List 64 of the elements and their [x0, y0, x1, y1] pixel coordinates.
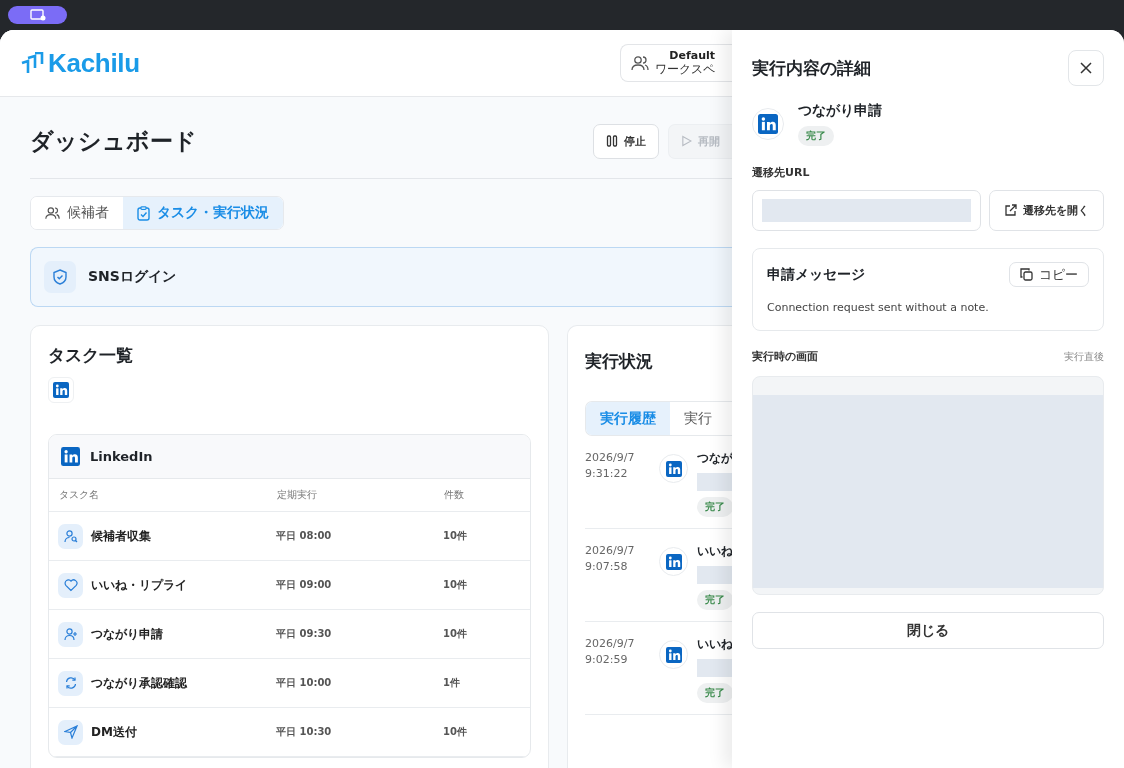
group-title: LinkedIn — [90, 449, 153, 464]
url-field[interactable] — [752, 190, 981, 231]
workspace-button[interactable]: Default ワークスペ — [620, 44, 732, 82]
task-name: 候補者収集 — [91, 527, 151, 545]
task-name: つながり承認確認 — [91, 674, 187, 692]
copy-button[interactable]: コピー — [1009, 262, 1089, 287]
task-name: DM送付 — [91, 723, 137, 741]
count-cell-text: 10件 — [443, 578, 468, 592]
pause-icon — [606, 135, 618, 147]
message-title: 申請メッセージ — [767, 265, 865, 284]
schedule-cell-text: 平日 09:00 — [276, 578, 333, 592]
send-icon — [58, 719, 83, 745]
logo-icon — [20, 52, 44, 74]
task-name: つながり申請 — [91, 625, 163, 643]
count-cell-text: 1件 — [443, 676, 461, 690]
status-badge: 完了 — [697, 497, 732, 517]
status-badge: 完了 — [697, 590, 732, 610]
people-icon — [45, 206, 60, 220]
tab-pill[interactable] — [8, 6, 67, 24]
status-badge: 完了 — [697, 683, 732, 703]
external-link-icon — [1004, 204, 1017, 217]
sns-login-banner[interactable]: SNSログイン — [30, 247, 732, 307]
people-icon — [631, 55, 649, 71]
card-title: 実行状況 — [585, 350, 654, 373]
clipboard-check-icon — [137, 205, 150, 221]
screen-icon — [29, 9, 46, 21]
count-cell-text: 10件 — [443, 627, 468, 641]
task-name: いいね・リプライ — [91, 576, 187, 594]
schedule-cell-text: 平日 09:30 — [276, 627, 333, 641]
timestamp: 2026/9/7 9:07:58 — [585, 543, 636, 575]
field-label: 遷移先URL — [752, 165, 811, 180]
count-cell-text: 10件 — [443, 529, 468, 543]
linkedin-logo-icon — [61, 447, 80, 466]
close-icon[interactable] — [1068, 50, 1104, 86]
panel-title: 実行内容の詳細 — [752, 56, 871, 80]
count-cell-text: 10件 — [443, 725, 468, 739]
pause-button[interactable]: 停止 — [593, 123, 659, 159]
close-button[interactable]: 閉じる — [752, 612, 1104, 649]
timing-label: 実行直後 — [1064, 349, 1104, 364]
timestamp: 2026/9/7 9:02:59 — [585, 636, 636, 668]
logo-text: Kachilu — [48, 47, 140, 79]
column-header: タスク名 — [59, 488, 100, 502]
timestamp: 2026/9/7 9:31:22 — [585, 450, 636, 482]
column-header: 件数 — [444, 488, 465, 502]
shield-icon — [44, 261, 76, 293]
linkedin-filter-icon[interactable] — [48, 377, 74, 403]
section-label: 実行時の画面 — [752, 349, 818, 364]
page-title: ダッシュボード — [30, 126, 197, 156]
message-text: Connection request sent without a note. — [767, 301, 990, 314]
user-plus-icon — [58, 621, 83, 647]
schedule-cell-text: 平日 10:00 — [276, 676, 333, 690]
column-header: 定期実行 — [277, 488, 318, 502]
user-search-icon — [58, 523, 83, 549]
refresh-icon — [58, 670, 83, 696]
open-link-button[interactable]: 遷移先を開く — [989, 190, 1104, 231]
play-icon — [681, 135, 692, 147]
schedule-cell-text: 平日 10:30 — [276, 725, 333, 739]
sns-login-title: SNSログイン — [88, 268, 176, 286]
status-badge: 完了 — [798, 126, 834, 146]
copy-icon — [1020, 268, 1033, 281]
task-name: つながり申請 — [798, 102, 882, 120]
schedule-cell-text: 平日 08:00 — [276, 529, 333, 543]
card-title: タスク一覧 — [48, 344, 134, 367]
heart-icon — [58, 572, 83, 598]
